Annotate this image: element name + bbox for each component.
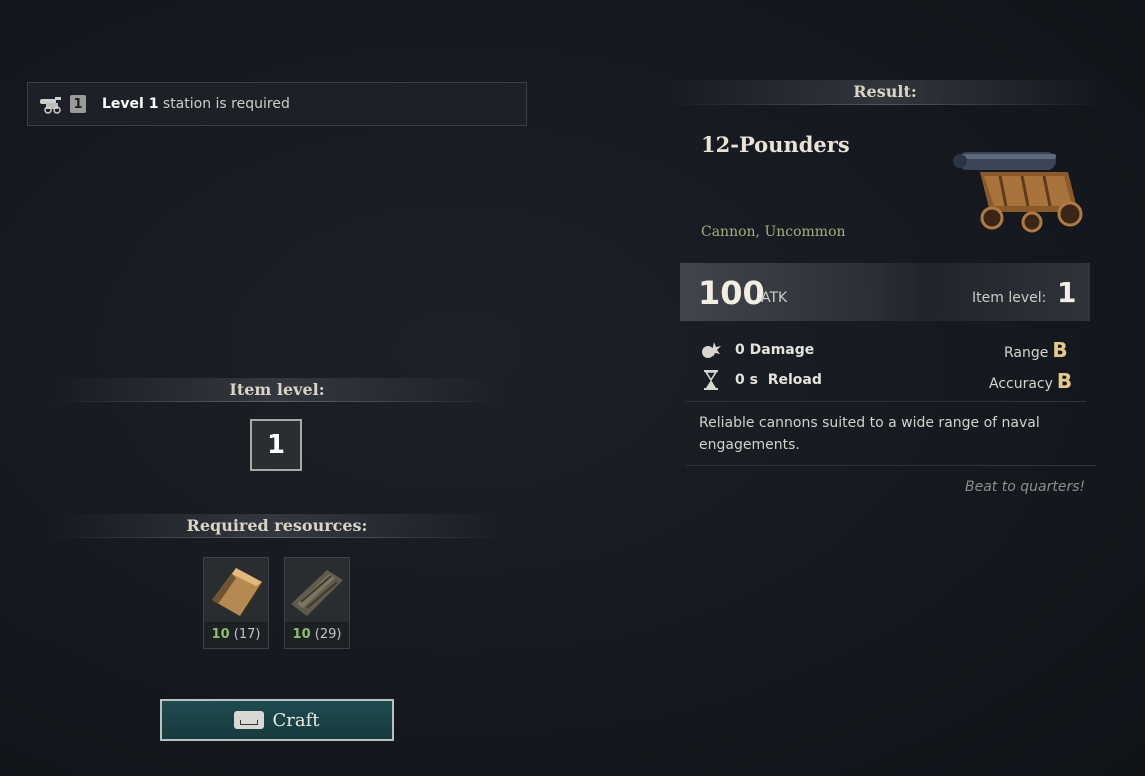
item-description: Reliable cannons suited to a wide range …: [699, 415, 1040, 453]
range-label: Range: [1004, 345, 1049, 361]
resource-count: 10 (29): [285, 622, 349, 648]
resource-count: 10 (17): [204, 622, 268, 648]
resource-slot-iron[interactable]: 10 (17): [203, 557, 269, 649]
item-type: Cannon, Uncommon: [701, 224, 846, 240]
resource-have: 10: [292, 627, 311, 642]
result-header-block: Result:: [662, 80, 1108, 105]
item-name: 12-Pounders: [701, 132, 850, 157]
spacebar-key-icon: [234, 711, 265, 729]
reload-stat: 0 s Reload: [735, 372, 822, 388]
damage-icon: [702, 342, 721, 358]
divider: [52, 537, 502, 538]
cannon-image: [953, 152, 1083, 233]
damage-stat: 0 Damage: [735, 342, 814, 358]
damage-value: 0: [735, 342, 745, 358]
result-item-level-label: Item level:: [972, 290, 1047, 306]
reload-label: Reload: [767, 372, 822, 388]
craft-button[interactable]: Craft: [160, 699, 394, 741]
resource-slot-timber[interactable]: 10 (29): [284, 557, 350, 649]
divider: [686, 401, 1086, 402]
divider: [52, 401, 502, 402]
result-header: Result:: [662, 80, 1108, 104]
level-badge: 1: [70, 95, 86, 113]
range-stat: Range B: [1004, 338, 1068, 362]
accuracy-label: Accuracy: [989, 376, 1053, 392]
attack-value: 100: [698, 274, 765, 312]
required-resources-header: Required resources:: [52, 514, 502, 538]
divider: [686, 465, 1096, 466]
accuracy-stat: Accuracy B: [989, 369, 1072, 393]
divider: [662, 104, 1108, 105]
craft-button-label: Craft: [272, 709, 320, 731]
resource-have: 10: [211, 627, 230, 642]
cannon-icon: [40, 97, 61, 114]
resource-total: (17): [233, 627, 261, 642]
item-level-header: Item level:: [52, 378, 502, 402]
requirement-rest: station is required: [158, 96, 290, 112]
station-requirement: 1 Level 1 station is required: [27, 82, 527, 126]
hourglass-icon: [704, 370, 718, 390]
result-item-level-value: 1: [1057, 276, 1077, 309]
resource-total: (29): [314, 627, 342, 642]
iron-ingot-icon: [204, 558, 268, 622]
accuracy-grade: B: [1056, 369, 1073, 393]
range-grade: B: [1052, 338, 1068, 362]
requirement-level: Level 1: [102, 96, 159, 112]
item-level-selector[interactable]: 1: [250, 419, 302, 471]
damage-label: Damage: [749, 342, 815, 358]
attack-unit: ATK: [761, 290, 788, 306]
requirement-text: Level 1 station is required: [102, 96, 290, 112]
reload-value: 0 s: [735, 372, 758, 388]
timber-icon: [285, 558, 349, 622]
flavor-text: Beat to quarters!: [965, 479, 1086, 495]
